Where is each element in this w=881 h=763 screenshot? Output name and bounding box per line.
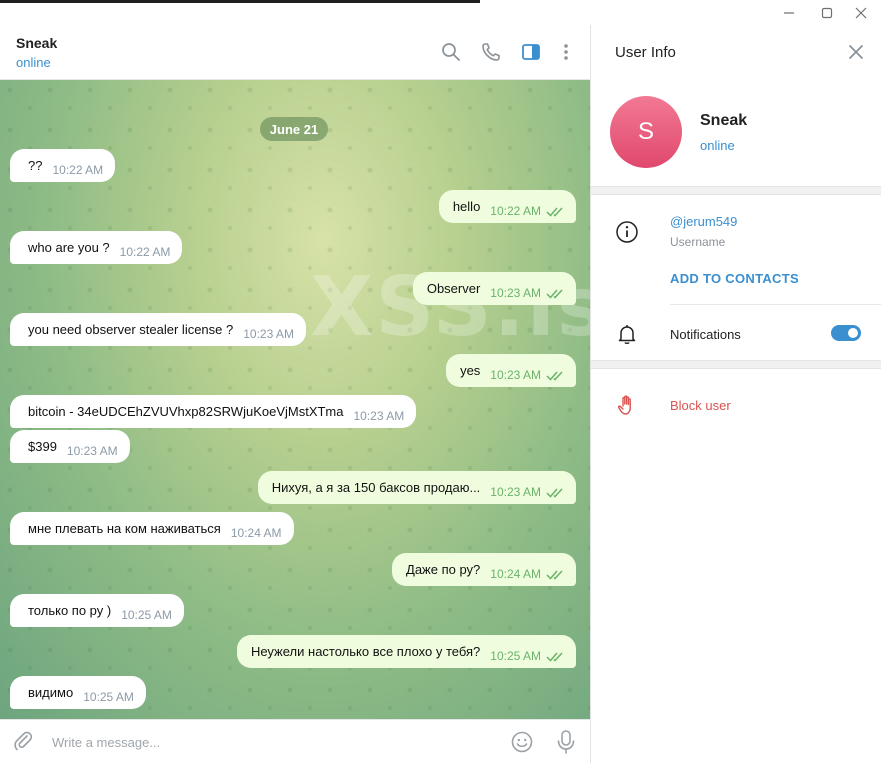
username-label: Username [670, 235, 726, 249]
more-menu-button[interactable] [555, 41, 577, 63]
message-text: Даже по ру? [406, 562, 481, 577]
double-check-icon [546, 371, 563, 381]
message-time: 10:25 AM [121, 608, 172, 622]
toggle-info-button[interactable] [520, 41, 542, 63]
user-status: online [700, 138, 735, 153]
smiley-icon [511, 731, 533, 753]
double-check-icon [546, 207, 563, 217]
phone-icon [482, 43, 500, 61]
message-text: Неужели настолько все плохо у тебя? [250, 644, 481, 659]
message-text: Нихуя, а я за 150 баксов продаю... [271, 480, 481, 495]
double-check-icon [546, 488, 563, 498]
message-incoming[interactable]: bitcoin - 34eUDCEhZVUVhxp82SRWjuKoeVjMst… [10, 395, 417, 428]
window-edge [0, 0, 480, 3]
message-outgoing[interactable]: hello 10:22 AM [438, 190, 576, 223]
message-text: только по ру ) [28, 603, 112, 618]
message-time: 10:23 AM [243, 327, 294, 341]
message-incoming[interactable]: только по ру ) 10:25 AM [10, 594, 184, 627]
message-text: yes [460, 363, 481, 378]
message-incoming[interactable]: ?? 10:22 AM [10, 149, 116, 182]
hand-stop-icon [615, 393, 639, 417]
notifications-toggle[interactable] [831, 325, 861, 341]
username-link[interactable]: @jerum549 [670, 214, 737, 229]
avatar[interactable]: S [610, 96, 682, 168]
message-time: 10:22 AM [490, 204, 541, 218]
message-time: 10:23 AM [490, 485, 541, 499]
more-vertical-icon [564, 44, 568, 60]
message-text: you need observer stealer license ? [28, 322, 234, 337]
block-user-button[interactable]: Block user [670, 398, 731, 413]
section-divider [591, 360, 881, 369]
emoji-button[interactable] [510, 730, 534, 754]
message-time: 10:24 AM [230, 526, 282, 540]
search-icon [442, 43, 460, 61]
minimize-button[interactable] [769, 2, 809, 24]
message-time: 10:23 AM [353, 409, 405, 423]
call-button[interactable] [480, 41, 502, 63]
user-info-panel: User Info S Sneak online @jerum549 Usern… [590, 25, 881, 763]
message-time: 10:24 AM [490, 567, 541, 581]
message-incoming[interactable]: видимо 10:25 AM [10, 676, 146, 709]
bell-icon [615, 322, 639, 346]
message-time: 10:22 AM [119, 245, 171, 259]
minimize-icon [784, 12, 794, 14]
message-incoming[interactable]: who are you ? 10:22 AM [10, 231, 183, 264]
paperclip-icon [14, 731, 33, 751]
message-text: $399 [28, 439, 57, 454]
message-text: ?? [28, 158, 43, 173]
message-time: 10:23 AM [66, 444, 118, 458]
window-titlebar [0, 0, 881, 25]
double-check-icon [546, 289, 563, 299]
message-time: 10:22 AM [52, 163, 104, 177]
chat-status: online [16, 55, 51, 70]
message-time: 10:23 AM [490, 368, 541, 382]
message-outgoing[interactable]: Нихуя, а я за 150 баксов продаю... 10:23… [257, 471, 576, 504]
close-icon [849, 45, 863, 59]
divider [670, 304, 881, 305]
message-outgoing[interactable]: Observer 10:23 AM [412, 272, 576, 305]
add-to-contacts-button[interactable]: ADD TO CONTACTS [670, 271, 799, 286]
compose-bar [0, 719, 590, 763]
sidebar-icon [522, 44, 540, 60]
toggle-knob [846, 326, 860, 340]
search-button[interactable] [440, 41, 462, 63]
message-time: 10:25 AM [490, 649, 541, 663]
close-panel-button[interactable] [845, 41, 867, 63]
message-time: 10:23 AM [490, 286, 541, 300]
message-outgoing[interactable]: yes 10:23 AM [446, 354, 576, 387]
chat-pane: Sneak online XSS.is June 21 ?? 10:22 AM … [0, 25, 590, 763]
message-outgoing[interactable]: Даже по ру? 10:24 AM [392, 553, 576, 586]
message-text: мне плевать на ком наживаться [28, 521, 221, 536]
section-divider [591, 186, 881, 195]
message-text: Observer [426, 281, 481, 296]
chat-header: Sneak online [0, 25, 590, 80]
voice-button[interactable] [555, 729, 577, 755]
message-outgoing[interactable]: Неужели настолько все плохо у тебя? 10:2… [236, 635, 576, 668]
user-name: Sneak [700, 112, 748, 129]
double-check-icon [546, 652, 563, 662]
message-text: hello [452, 199, 481, 214]
message-text: видимо [28, 685, 74, 700]
panel-title: User Info [615, 44, 676, 61]
message-incoming[interactable]: you need observer stealer license ? 10:2… [10, 313, 306, 346]
close-window-button[interactable] [841, 2, 881, 24]
message-text: who are you ? [28, 240, 110, 255]
info-icon [615, 220, 639, 244]
microphone-icon [557, 730, 575, 754]
message-area[interactable]: XSS.is June 21 ?? 10:22 AM hello 10:22 A… [0, 80, 590, 719]
close-icon [855, 7, 867, 19]
maximize-icon [821, 7, 833, 19]
message-incoming[interactable]: $399 10:23 AM [10, 430, 130, 463]
double-check-icon [546, 570, 563, 580]
date-separator: June 21 [260, 117, 328, 141]
message-text: bitcoin - 34eUDCEhZVUVhxp82SRWjuKoeVjMst… [28, 404, 344, 419]
message-input[interactable] [52, 731, 472, 753]
notifications-label: Notifications [670, 327, 741, 342]
attach-button[interactable] [12, 730, 34, 752]
chat-title[interactable]: Sneak [16, 35, 57, 51]
message-time: 10:25 AM [83, 690, 134, 704]
message-incoming[interactable]: мне плевать на ком наживаться 10:24 AM [10, 512, 294, 545]
